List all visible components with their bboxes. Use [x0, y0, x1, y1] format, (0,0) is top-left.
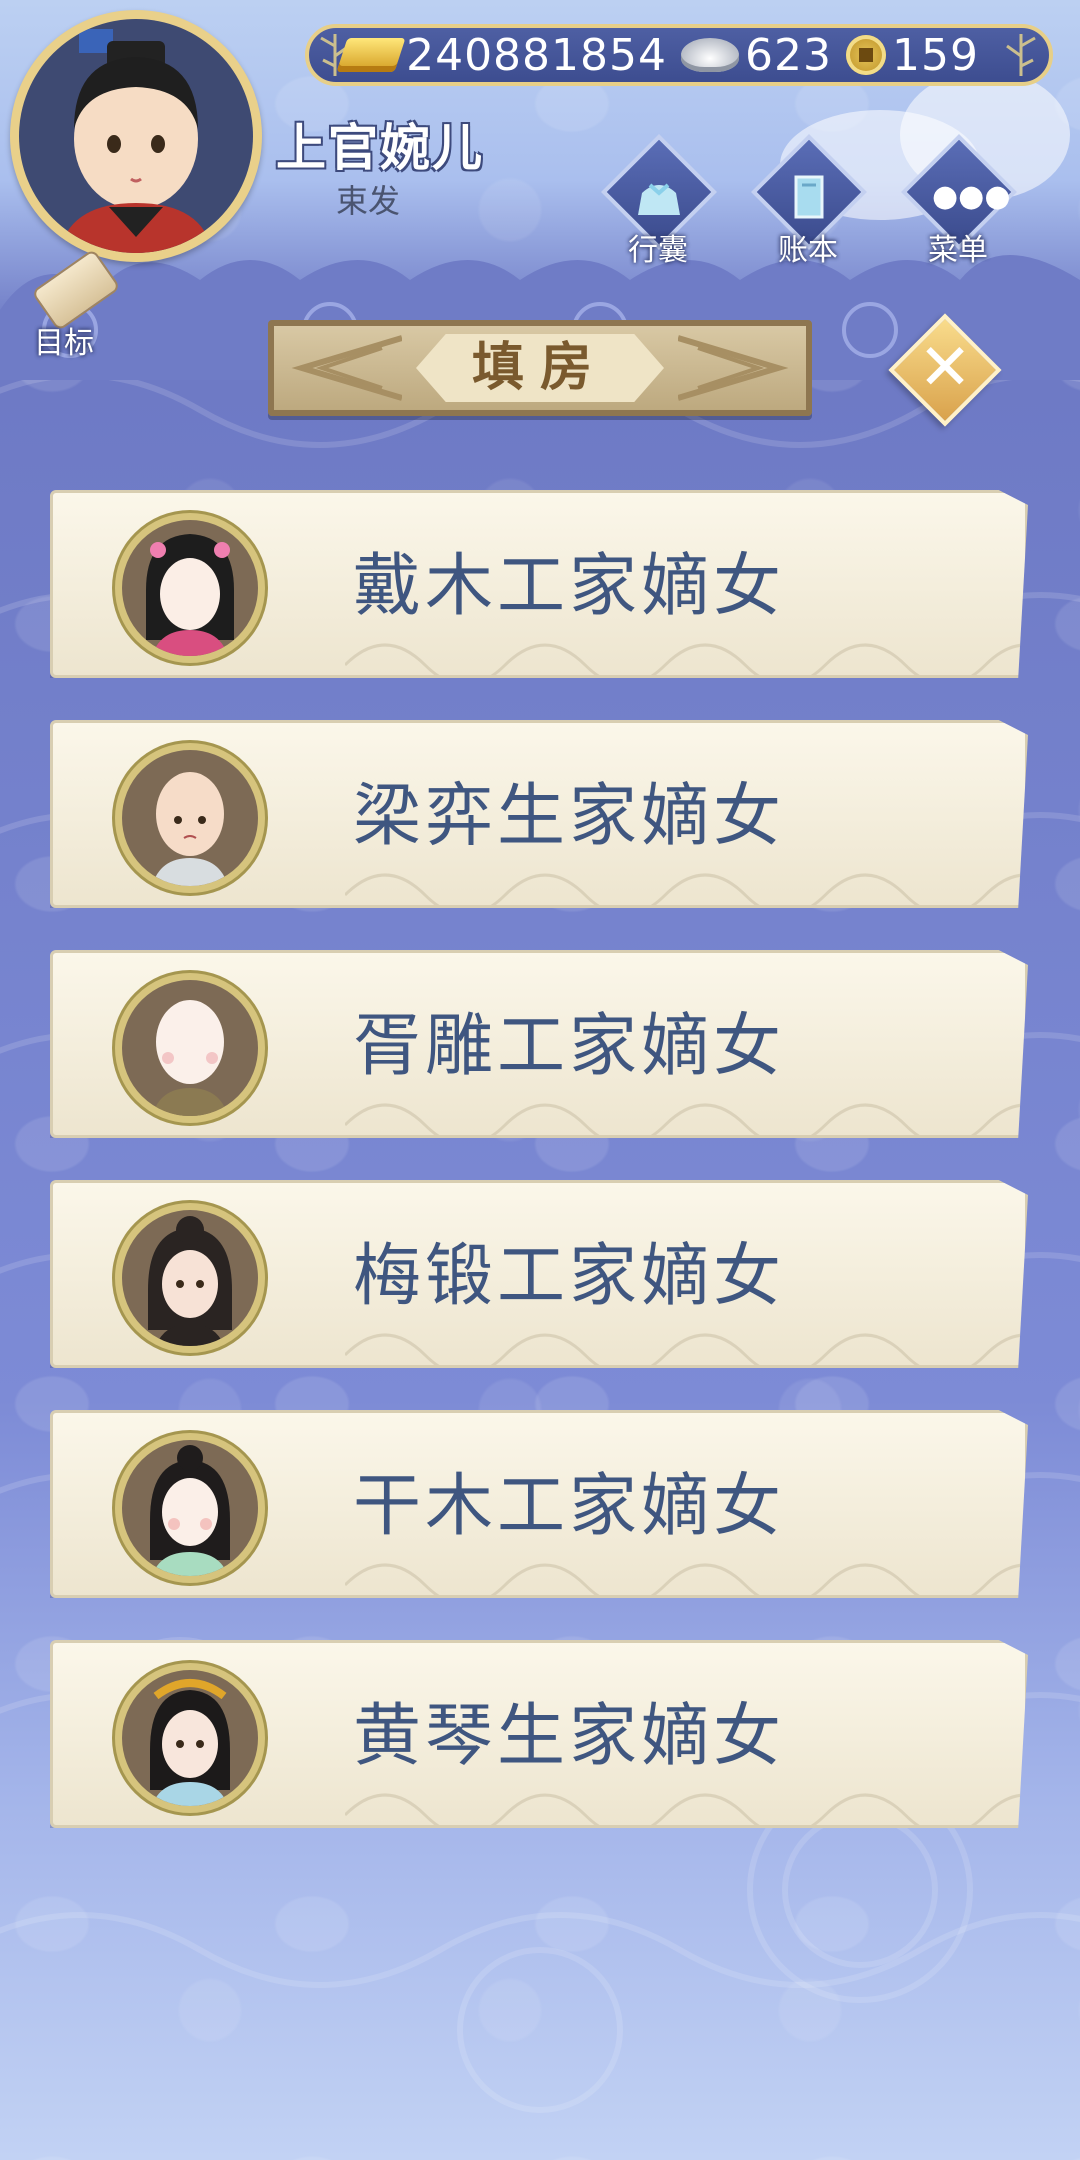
coin-currency: 159: [846, 30, 979, 81]
candidate-portrait: [115, 973, 265, 1123]
ledger-label: 账本: [778, 233, 838, 268]
silver-amount: 623: [745, 29, 833, 81]
avatar-portrait: [19, 19, 253, 253]
more-dots-icon: ●●●: [932, 179, 1011, 214]
copper-coin-icon: [846, 35, 887, 75]
girl-portrait-icon: [150, 1679, 230, 1806]
candidate-portrait: [115, 513, 265, 663]
player-face-icon: [59, 29, 213, 253]
player-rank: 束发: [336, 182, 401, 220]
girl-portrait-icon: [148, 1216, 232, 1346]
ledger-button[interactable]: 账本: [748, 134, 868, 268]
candidate-card[interactable]: 戴木工家嫡女: [50, 490, 1028, 678]
candidate-name: 胥雕工家嫡女: [353, 1007, 786, 1086]
candidate-card[interactable]: 梁弈生家嫡女: [50, 720, 1028, 908]
gold-currency: 240881854: [336, 29, 668, 81]
menu-label: 菜单: [928, 233, 988, 268]
chevron-left-decoration: [291, 335, 402, 401]
candidate-name: 梅锻工家嫡女: [353, 1237, 786, 1316]
candidate-name: 黄琴生家嫡女: [353, 1697, 786, 1776]
girl-portrait-icon: [152, 1000, 228, 1116]
gold-bar-icon: [336, 38, 406, 72]
player-name: 上官婉儿: [276, 119, 484, 177]
silver-currency: 623: [681, 30, 832, 81]
candidate-name: 梁弈生家嫡女: [353, 777, 786, 856]
page-title: 填房: [471, 338, 608, 398]
girl-portrait-icon: [150, 1445, 230, 1576]
close-icon[interactable]: ✕: [905, 330, 985, 410]
ledger-icon: [782, 175, 836, 219]
candidate-portrait: [115, 1203, 265, 1353]
candidate-list: 戴木工家嫡女 梁弈生家嫡女 胥雕工家嫡女 梅锻工家嫡女 干木工家嫡女 黄琴生家嫡…: [50, 490, 1030, 1870]
menu-button[interactable]: ●●● 菜单: [898, 134, 1018, 268]
coin-amount: 159: [892, 29, 979, 81]
gold-amount: 240881854: [406, 29, 668, 81]
candidate-card[interactable]: 干木工家嫡女: [50, 1410, 1028, 1598]
candidate-portrait: [115, 743, 265, 893]
girl-portrait-icon: [152, 772, 228, 886]
currency-bar: 240881854 623 159: [305, 24, 1053, 86]
girl-portrait-icon: [146, 534, 234, 656]
candidate-name: 戴木工家嫡女: [353, 547, 786, 626]
candidate-portrait: [115, 1433, 265, 1583]
goal-label: 目标: [34, 326, 94, 361]
player-avatar[interactable]: [10, 10, 262, 262]
title-banner: 填房: [268, 320, 812, 416]
bag-label: 行囊: [628, 233, 688, 268]
chevron-right-decoration: [678, 335, 789, 401]
candidate-card[interactable]: 黄琴生家嫡女: [50, 1640, 1028, 1828]
candidate-card[interactable]: 梅锻工家嫡女: [50, 1180, 1028, 1368]
silver-ingot-icon: [681, 38, 740, 72]
goal-button[interactable]: 目标: [18, 248, 121, 361]
bag-button[interactable]: 行囊: [598, 134, 718, 268]
candidate-name: 干木工家嫡女: [353, 1467, 786, 1546]
bag-icon: [632, 175, 686, 219]
bamboo-icon: [1006, 34, 1036, 76]
candidate-portrait: [115, 1663, 265, 1813]
candidate-card[interactable]: 胥雕工家嫡女: [50, 950, 1028, 1138]
